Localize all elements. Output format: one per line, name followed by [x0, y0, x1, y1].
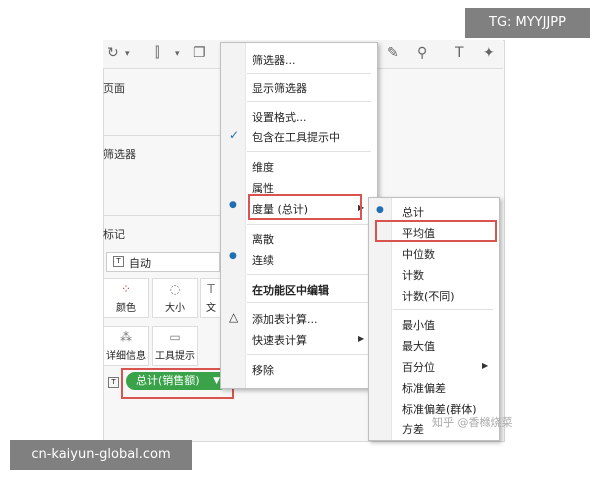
menu-item-continuous[interactable]: 连续 — [252, 252, 274, 268]
radio-bullet-icon: ● — [229, 200, 237, 210]
radio-bullet-icon: ● — [229, 251, 237, 261]
menu-item-quick-table-calc[interactable]: 快速表计算 — [252, 332, 307, 348]
detail-dots-icon: ⁂ — [120, 330, 132, 344]
highlight-box — [121, 368, 234, 399]
submenu-item-median[interactable]: 中位数 — [402, 246, 435, 262]
tooltip-label: 工具提示 — [155, 351, 195, 362]
text-label: 文 — [206, 303, 216, 314]
tooltip-mark-button[interactable]: ▭ 工具提示 — [152, 326, 198, 366]
divider — [247, 274, 371, 275]
detail-mark-button[interactable]: ⁂ 详细信息 — [103, 326, 149, 366]
menu-item-dimension[interactable]: 维度 — [252, 159, 274, 175]
menu-item-show-filter[interactable]: 显示筛选器 — [252, 80, 307, 96]
site-watermark: cn-kaiyun-global.com — [10, 440, 192, 470]
submenu-item-max[interactable]: 最大值 — [402, 338, 435, 354]
pages-shelf-title: 页面 — [103, 82, 125, 95]
mark-type-label: 自动 — [129, 257, 151, 270]
paperclip-icon[interactable]: ⚲ — [417, 45, 427, 63]
text-icon: T — [207, 282, 215, 296]
divider — [247, 302, 371, 303]
filters-shelf-title: 筛选器 — [103, 148, 136, 161]
divider — [247, 151, 371, 152]
marks-shelf-title: 标记 — [103, 228, 125, 241]
divider — [247, 354, 371, 355]
submenu-item-variance[interactable]: 方差 — [402, 421, 424, 437]
chevron-down-icon[interactable]: ▾ — [125, 49, 130, 67]
aggregation-submenu: ● 总计 平均值 中位数 计数 计数(不同) 最小值 最大值 百分位 ▶ 标准偏… — [368, 197, 500, 441]
divider — [247, 224, 371, 225]
duplicate-icon[interactable]: ❐ — [193, 45, 206, 63]
menu-item-remove[interactable]: 移除 — [252, 362, 274, 378]
context-menu: 筛选器... 显示筛选器 设置格式... ✓ 包含在工具提示中 维度 属性 ● … — [220, 42, 378, 389]
color-dots-icon: ⁘ — [120, 282, 132, 296]
tooltip-icon: ▭ — [169, 330, 181, 344]
refresh-icon[interactable]: ↻ — [107, 45, 119, 63]
check-icon: ✓ — [229, 128, 240, 142]
submenu-arrow-icon: ▶ — [358, 334, 365, 343]
chevron-down-icon[interactable]: ▾ — [175, 49, 180, 67]
pen-icon[interactable]: ✎ — [387, 45, 399, 63]
menu-item-edit-in-shelf[interactable]: 在功能区中编辑 — [252, 282, 329, 298]
pin-icon[interactable]: ✦ — [483, 45, 495, 63]
highlight-box — [248, 194, 362, 220]
color-label: 颜色 — [116, 303, 136, 314]
text-icon: T — [113, 256, 124, 267]
menu-gutter — [221, 43, 246, 388]
divider — [247, 73, 371, 74]
divider — [247, 101, 371, 102]
delta-icon: △ — [229, 310, 239, 324]
divider — [103, 135, 221, 136]
mark-type-select[interactable]: T 自动 — [106, 252, 220, 272]
size-icon: ◌ — [169, 282, 181, 296]
divider — [103, 215, 221, 216]
submenu-item-stdev[interactable]: 标准偏差 — [402, 380, 446, 396]
menu-item-add-table-calc[interactable]: 添加表计算... — [252, 311, 318, 327]
menu-item-include-in-tooltip[interactable]: 包含在工具提示中 — [252, 129, 340, 145]
submenu-item-sum[interactable]: 总计 — [402, 204, 424, 220]
size-mark-button[interactable]: ◌ 大小 — [152, 278, 198, 318]
color-mark-button[interactable]: ⁘ 颜色 — [103, 278, 149, 318]
zhihu-watermark: 知乎 @香橼烧菜 — [432, 416, 513, 429]
text-icon[interactable]: T — [455, 45, 464, 63]
detail-label: 详细信息 — [106, 351, 146, 362]
menu-item-filter[interactable]: 筛选器... — [252, 52, 296, 68]
submenu-arrow-icon: ▶ — [482, 361, 489, 370]
divider — [393, 309, 493, 310]
text-mark-button[interactable]: T 文 — [200, 278, 222, 318]
submenu-item-percentile[interactable]: 百分位 — [402, 359, 435, 375]
highlight-box — [375, 220, 497, 242]
radio-bullet-icon: ● — [376, 205, 384, 215]
submenu-item-min[interactable]: 最小值 — [402, 317, 435, 333]
menu-item-format[interactable]: 设置格式... — [252, 109, 307, 125]
tg-watermark: TG: MYYJJPP — [465, 8, 590, 38]
chart-add-icon[interactable]: ⫿ — [155, 45, 159, 63]
menu-item-discrete[interactable]: 离散 — [252, 231, 274, 247]
text-icon: T — [108, 377, 119, 388]
submenu-item-count[interactable]: 计数 — [402, 267, 424, 283]
size-label: 大小 — [165, 303, 185, 314]
submenu-item-count-distinct[interactable]: 计数(不同) — [402, 288, 455, 304]
